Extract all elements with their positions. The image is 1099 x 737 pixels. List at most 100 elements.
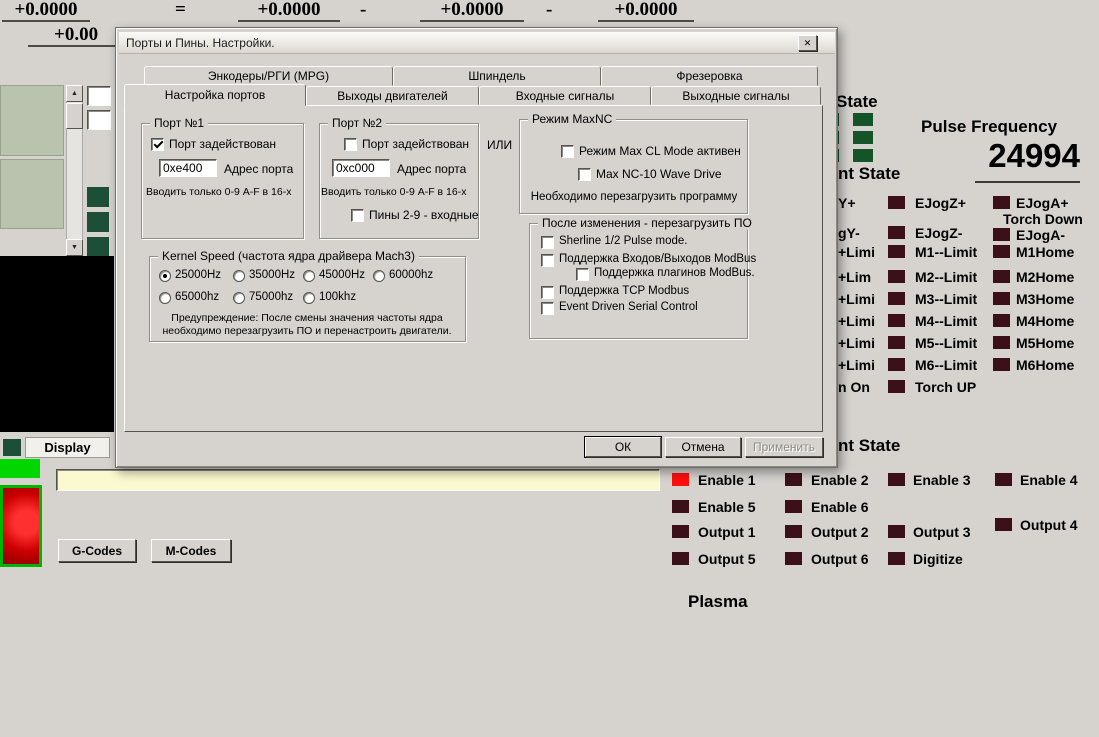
signal-label: +Limi: [838, 357, 875, 373]
kernel-100khz-radio[interactable]: [303, 292, 315, 304]
kernel-45000hz-label: 45000Hz: [319, 269, 366, 281]
kernel-45000hz-radio[interactable]: [303, 270, 315, 282]
led-indicator: [672, 473, 689, 486]
led-indicator: [888, 196, 905, 209]
led-indicator: [785, 552, 802, 565]
kernel-60000hz-radio[interactable]: [373, 270, 385, 282]
tab-encoders-mpg[interactable]: Энкодеры/РГИ (MPG): [144, 66, 393, 86]
tab-mill-options[interactable]: Фрезеровка: [601, 66, 818, 86]
kernel-65000hz-radio[interactable]: [159, 292, 171, 304]
signal-label: +Limi: [838, 244, 875, 260]
current-state-heading: nt State: [838, 164, 901, 183]
modbus-io-label: Поддержка Входов/Выходов ModBus: [559, 253, 757, 265]
scroll-down-button[interactable]: ▼: [66, 239, 83, 256]
tab-label: Входные сигналы: [515, 88, 615, 103]
or-label: ИЛИ: [487, 138, 513, 152]
signal-label: Output 3: [913, 524, 971, 540]
close-button[interactable]: ✕: [798, 35, 817, 51]
kernel-warning-line1: Предупреждение: После смены значения час…: [171, 312, 443, 324]
led-indicator: [888, 292, 905, 305]
kernel-65000hz-label: 65000hz: [175, 291, 220, 303]
led-indicator: [853, 149, 873, 162]
led-indicator: [888, 336, 905, 349]
maxcl-mode-checkbox[interactable]: [561, 145, 574, 158]
signal-label: EJogA-: [1016, 227, 1065, 243]
dialog-title: Порты и Пины. Настройки.: [126, 35, 275, 50]
dro-operator: =: [175, 0, 186, 20]
tab-port-setup[interactable]: Настройка портов: [124, 84, 306, 106]
axis-display-panel: [0, 85, 64, 156]
signal-label: M5--Limit: [915, 335, 978, 351]
port2-pins-input-checkbox[interactable]: [351, 209, 364, 222]
port1-address-input[interactable]: [159, 159, 217, 177]
tab-motor-outputs[interactable]: Выходы двигателей: [306, 86, 479, 105]
led-indicator: [87, 187, 109, 207]
dro-readout[interactable]: +0.0000: [238, 0, 340, 22]
led-indicator: [3, 439, 21, 456]
led-indicator: [888, 358, 905, 371]
signal-label: EJogZ+: [915, 195, 966, 211]
signal-label: M6Home: [1016, 357, 1075, 373]
dro-readout[interactable]: +0.0000: [2, 0, 90, 22]
led-indicator: [888, 473, 905, 486]
kernel-speed-legend: Kernel Speed (частота ядра драйвера Mach…: [158, 249, 419, 263]
kernel-25000hz-radio[interactable]: [159, 270, 171, 282]
led-indicator: [995, 473, 1012, 486]
scroll-up-button[interactable]: ▲: [66, 85, 83, 102]
restart-required-legend: После изменения - перезагрузить ПО: [538, 216, 756, 230]
led-indicator: [993, 292, 1010, 305]
maxcl-mode-label: Режим Max CL Mode активен: [579, 144, 741, 158]
port2-enabled-label: Порт задействован: [362, 137, 470, 151]
tab-output-signals[interactable]: Выходные сигналы: [651, 86, 821, 105]
dro-readout[interactable]: +0.00: [28, 25, 118, 47]
led-indicator: [672, 500, 689, 513]
maxnc10-wave-checkbox[interactable]: [578, 168, 591, 181]
apply-button[interactable]: Применить: [745, 437, 823, 457]
modbus-io-checkbox[interactable]: [541, 254, 554, 267]
scroll-down-icon: ▼: [71, 244, 78, 251]
event-serial-checkbox[interactable]: [541, 302, 554, 315]
tab-label: Энкодеры/РГИ (MPG): [207, 69, 330, 83]
mcodes-button[interactable]: M-Codes: [151, 539, 231, 562]
led-indicator: [888, 314, 905, 327]
led-indicator: [993, 196, 1010, 209]
close-icon: ✕: [803, 37, 812, 48]
signal-label: Output 5: [698, 551, 756, 567]
display-button[interactable]: Display: [25, 437, 110, 458]
modbus-plugin-label: Поддержка плагинов ModBus.: [594, 267, 755, 279]
port1-enabled-checkbox[interactable]: [151, 138, 164, 151]
tab-spindle[interactable]: Шпиндель: [393, 66, 601, 86]
scroll-up-icon: ▲: [71, 90, 78, 97]
dialog-titlebar[interactable]: Порты и Пины. Настройки.: [119, 32, 835, 54]
modbus-plugin-checkbox[interactable]: [576, 268, 589, 281]
port2-address-input[interactable]: [332, 159, 390, 177]
signal-label: M2Home: [1016, 269, 1075, 285]
signal-label: Digitize: [913, 551, 963, 567]
emergency-stop-button[interactable]: [0, 485, 42, 567]
signal-label: Enable 5: [698, 499, 756, 515]
signal-label: Torch UP: [915, 379, 977, 395]
gcodes-button[interactable]: G-Codes: [58, 539, 136, 562]
value-cell: [87, 86, 111, 106]
tcp-modbus-checkbox[interactable]: [541, 286, 554, 299]
led-indicator: [993, 270, 1010, 283]
kernel-35000hz-radio[interactable]: [233, 270, 245, 282]
signal-label: Enable 4: [1020, 472, 1078, 488]
dro-readout[interactable]: +0.0000: [420, 0, 524, 22]
kernel-75000hz-radio[interactable]: [233, 292, 245, 304]
signal-label: Enable 6: [811, 499, 869, 515]
sherline-pulse-checkbox[interactable]: [541, 236, 554, 249]
status-message-field[interactable]: [56, 469, 660, 491]
cancel-button[interactable]: Отмена: [665, 437, 741, 457]
dro-readout[interactable]: +0.0000: [598, 0, 694, 22]
sherline-pulse-label: Sherline 1/2 Pulse mode.: [559, 235, 688, 247]
scrollbar-thumb[interactable]: [66, 103, 83, 129]
port2-pins-input-label: Пины 2-9 - входные: [369, 208, 479, 222]
tab-label: Настройка портов: [164, 88, 266, 102]
tab-input-signals[interactable]: Входные сигналы: [479, 86, 651, 105]
ok-button[interactable]: ОК: [585, 437, 661, 457]
plasma-label: Plasma: [688, 592, 748, 611]
port2-enabled-checkbox[interactable]: [344, 138, 357, 151]
port1-legend: Порт №1: [150, 116, 209, 130]
signal-label: Enable 2: [811, 472, 869, 488]
